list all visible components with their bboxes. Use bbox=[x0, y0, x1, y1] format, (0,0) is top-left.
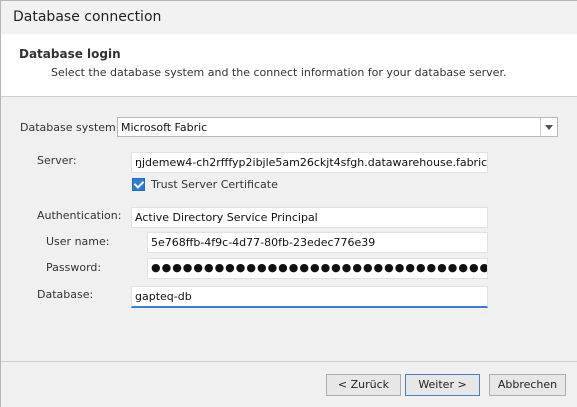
database-input[interactable]: gapteq-db bbox=[131, 286, 488, 308]
cancel-button[interactable]: Abbrechen bbox=[489, 374, 566, 396]
next-button[interactable]: Weiter > bbox=[405, 374, 480, 396]
database-connection-window: Database connection Database login Selec… bbox=[0, 0, 577, 407]
database-system-value: Microsoft Fabric bbox=[121, 121, 208, 134]
password-label: Password: bbox=[46, 261, 102, 274]
authentication-field[interactable]: Active Directory Service Principal bbox=[131, 207, 488, 228]
server-label: Server: bbox=[37, 154, 77, 167]
password-input[interactable]: ●●●●●●●●●●●●●●●●●●●●●●●●●●●●●●●●● bbox=[147, 258, 488, 279]
username-input[interactable]: 5e768ffb-4f9c-4d77-80fb-23edec776e39 bbox=[147, 232, 488, 253]
database-system-label: Database system: bbox=[20, 121, 120, 134]
back-button[interactable]: < Zurück bbox=[326, 374, 401, 396]
header-subtitle: Select the database system and the conne… bbox=[51, 66, 507, 79]
trust-server-certificate-checkbox[interactable] bbox=[132, 178, 145, 191]
database-system-dropdown[interactable]: Microsoft Fabric bbox=[117, 117, 558, 137]
header-title: Database login bbox=[19, 47, 121, 61]
chevron-down-icon[interactable] bbox=[540, 118, 557, 136]
title-bar: Database connection bbox=[1, 1, 577, 35]
database-label: Database: bbox=[37, 288, 94, 301]
server-input[interactable]: ŋjdemew4-ch2rfffyp2ibjle5am26ckjt4sfgh.d… bbox=[131, 152, 488, 173]
window-title: Database connection bbox=[13, 9, 162, 25]
username-label: User name: bbox=[46, 235, 110, 248]
authentication-label: Authentication: bbox=[37, 209, 122, 222]
wizard-header: Database login Select the database syste… bbox=[1, 34, 577, 97]
trust-server-certificate-label: Trust Server Certificate bbox=[151, 178, 278, 191]
